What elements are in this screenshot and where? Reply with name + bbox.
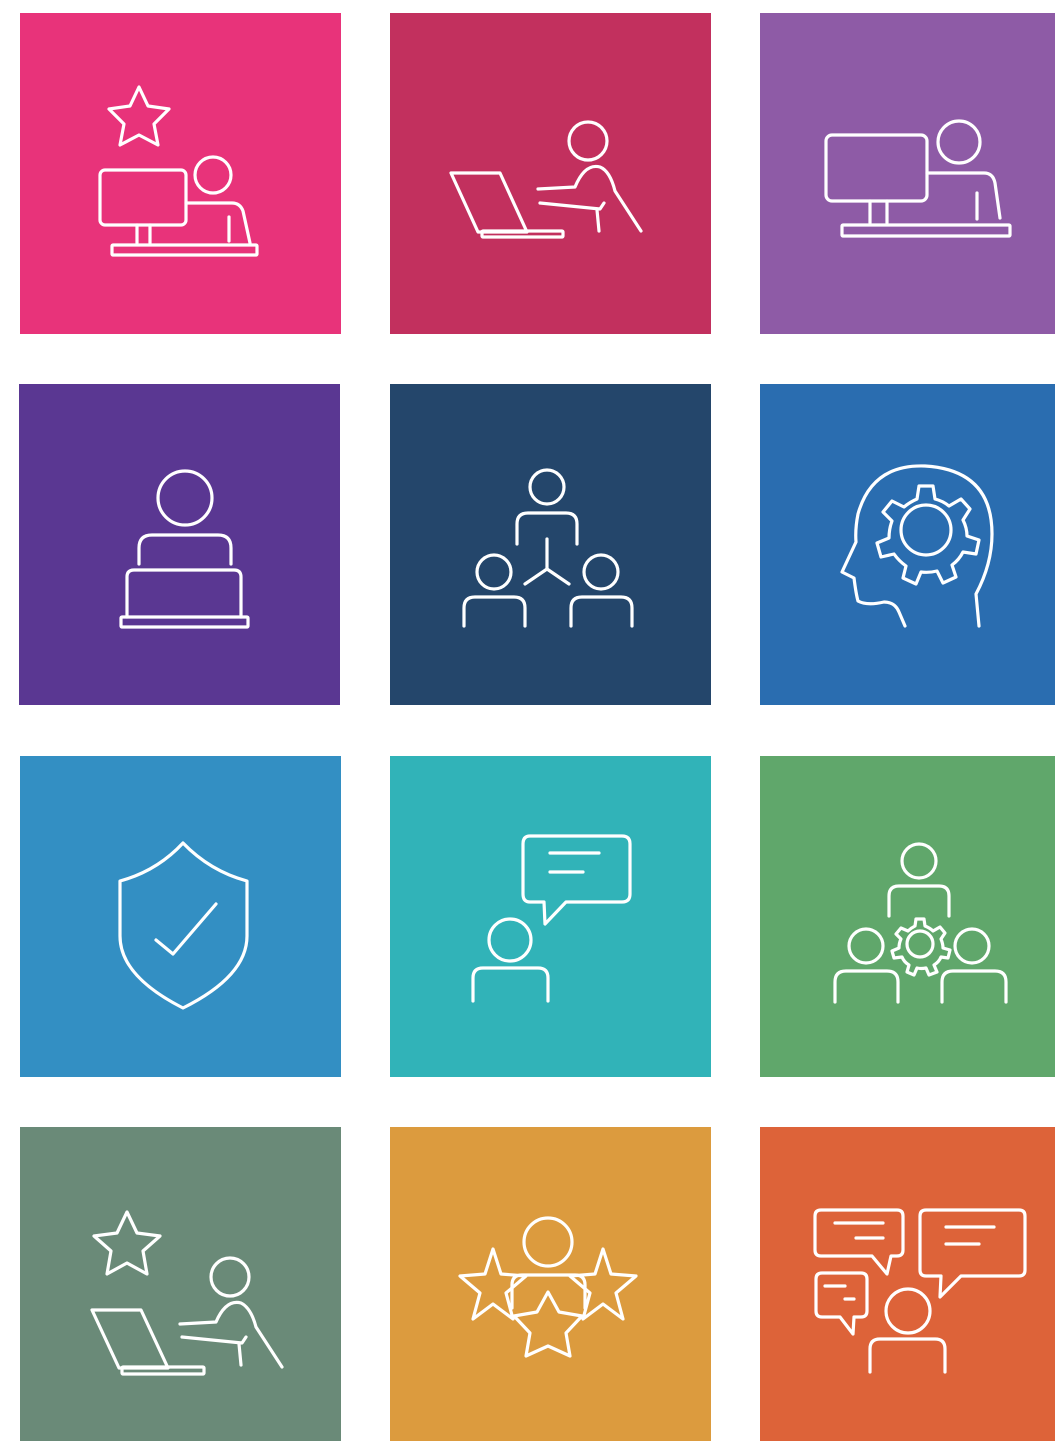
shield-check-icon bbox=[118, 841, 249, 1010]
tile-team-gear bbox=[760, 756, 1055, 1077]
person-at-laptop-icon bbox=[449, 120, 643, 239]
tile-person-multiple-speech-bubbles bbox=[760, 1127, 1055, 1441]
person-at-desktop-with-star-icon bbox=[98, 85, 259, 257]
tile-person-at-desktop bbox=[760, 13, 1055, 334]
team-gear-icon bbox=[833, 842, 1008, 1004]
tile-team-hierarchy bbox=[390, 384, 711, 705]
tile-person-behind-laptop bbox=[19, 384, 340, 705]
person-speech-bubble-icon bbox=[471, 834, 632, 1003]
head-with-gear-icon bbox=[840, 464, 994, 628]
person-with-stars-icon bbox=[458, 1216, 638, 1358]
tile-person-at-desktop-with-star bbox=[20, 13, 341, 334]
tile-head-with-gear bbox=[760, 384, 1055, 705]
tile-person-at-laptop-with-star bbox=[20, 1127, 341, 1441]
person-multiple-speech-bubbles-icon bbox=[813, 1208, 1027, 1374]
team-hierarchy-icon bbox=[462, 468, 634, 628]
tile-person-speech-bubble bbox=[390, 756, 711, 1077]
tile-shield-check bbox=[20, 756, 341, 1077]
tile-person-with-stars bbox=[390, 1127, 711, 1441]
person-at-desktop-icon bbox=[824, 119, 1012, 238]
person-behind-laptop-icon bbox=[119, 469, 250, 629]
tile-person-at-laptop bbox=[390, 13, 711, 334]
person-at-laptop-with-star-icon bbox=[90, 1210, 284, 1376]
